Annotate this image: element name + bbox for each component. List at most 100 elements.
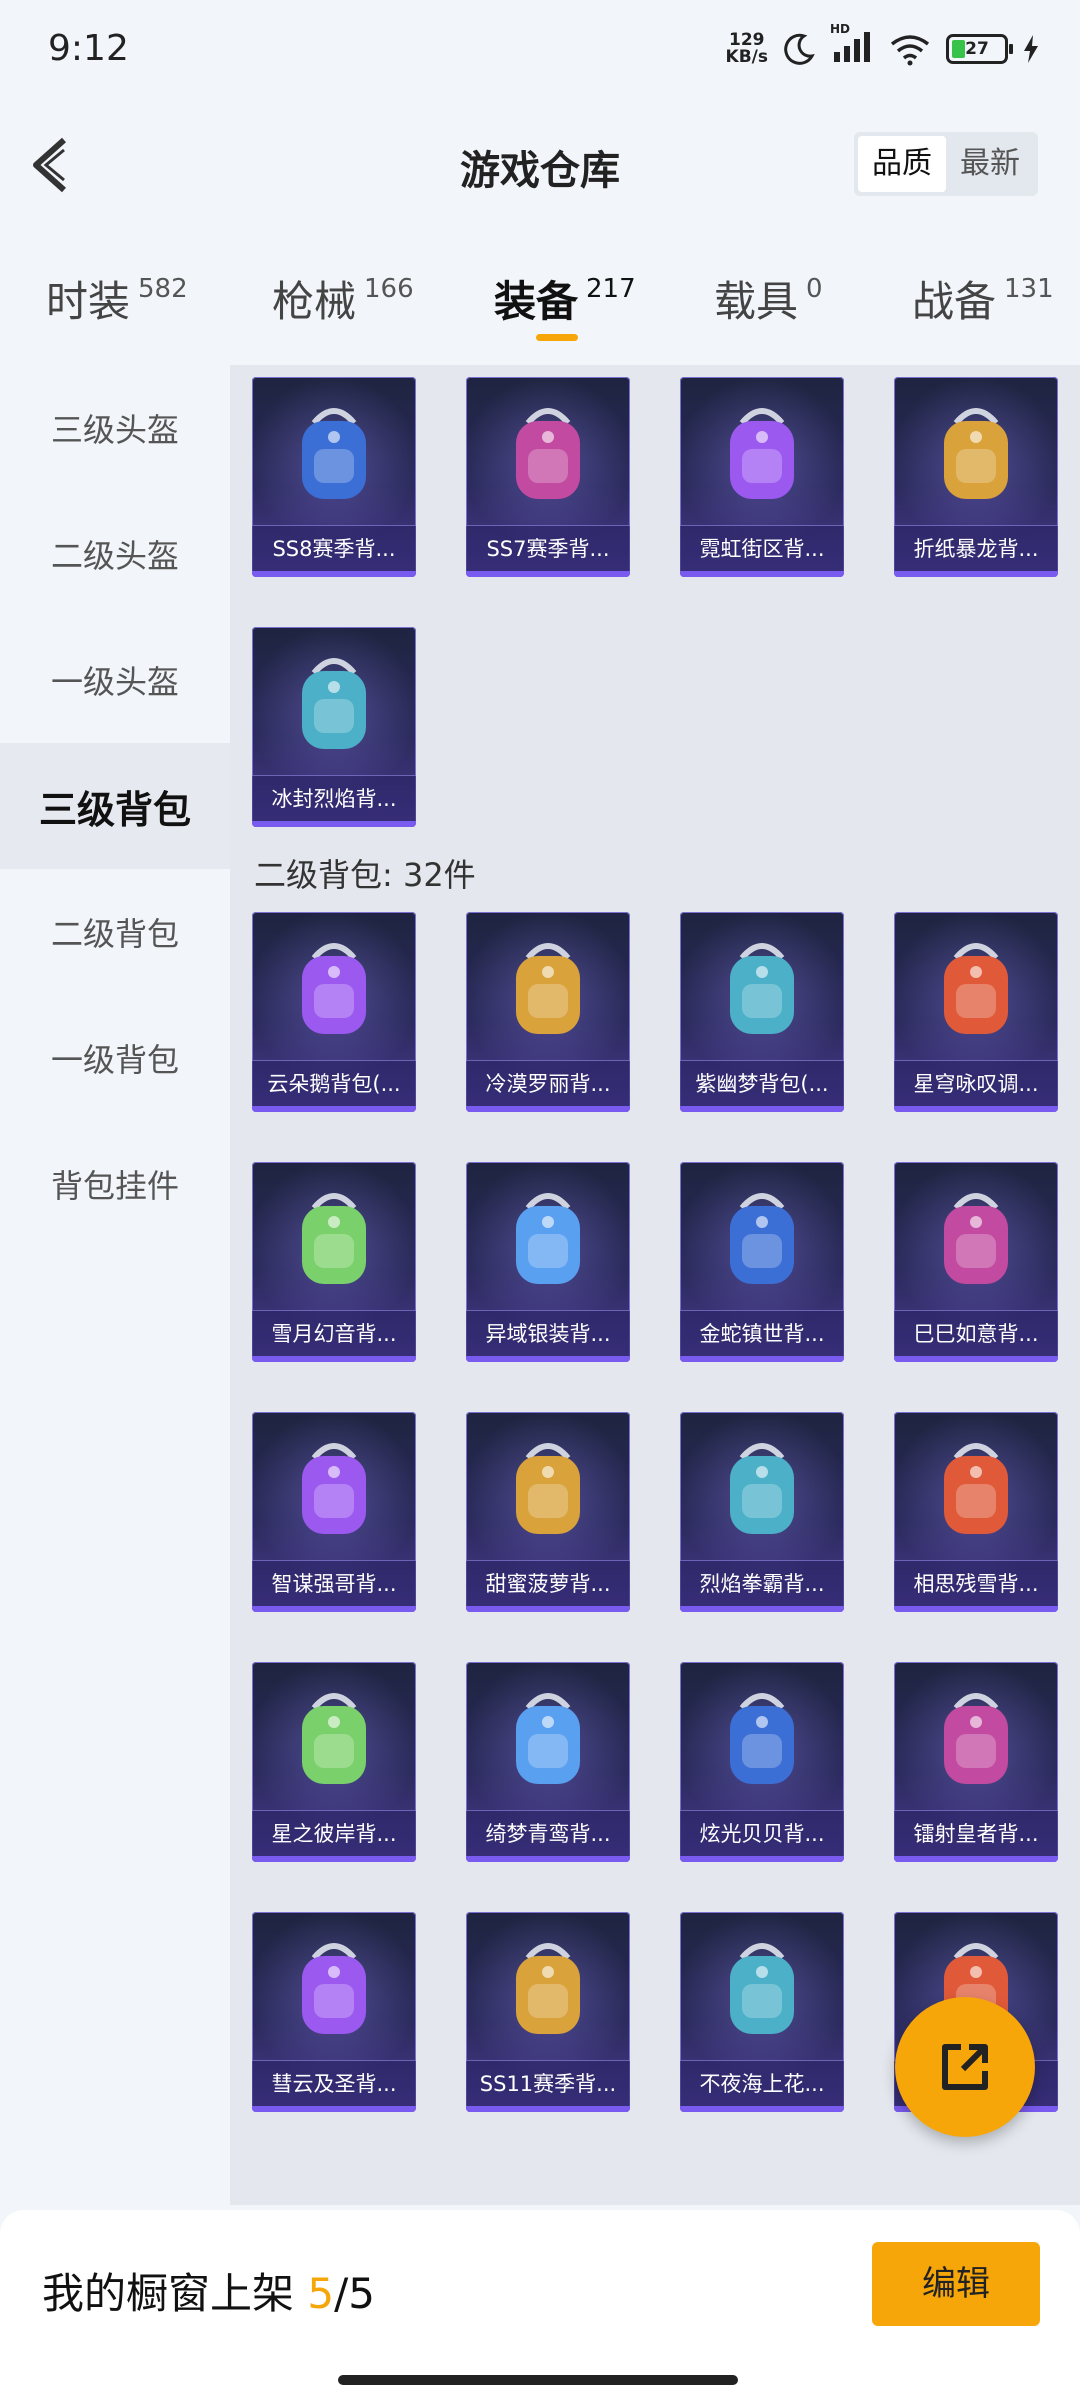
showcase-label: 我的橱窗上架 bbox=[42, 2269, 308, 2318]
item-card-label: 智谋强哥背... bbox=[252, 1560, 416, 1606]
item-card[interactable]: 彗云及圣背... bbox=[252, 1912, 416, 2112]
backpack-icon bbox=[302, 1193, 366, 1284]
item-card[interactable]: 相思残雪背... bbox=[894, 1412, 1058, 1612]
sidebar: 三级头盔 二级头盔 一级头盔 三级背包 二级背包 一级背包 背包挂件 bbox=[0, 365, 230, 2205]
backpack-icon bbox=[730, 408, 794, 499]
moon-icon bbox=[784, 33, 815, 65]
item-card[interactable]: 金蛇镇世背... bbox=[680, 1162, 844, 1362]
level2-backpack-grid: 云朵鹅背包(... 冷漠罗丽背... 紫幽梦背包(... 星穹咏叹调... 雪月幻音背.… bbox=[252, 912, 1060, 2112]
backpack-icon bbox=[302, 408, 366, 499]
backpack-icon bbox=[516, 408, 580, 499]
tab-fashion[interactable]: 时装 582 bbox=[46, 268, 188, 329]
share-button[interactable] bbox=[895, 1997, 1035, 2137]
item-card-label: 霓虹街区背... bbox=[680, 525, 844, 571]
item-card[interactable]: 巳巳如意背... bbox=[894, 1162, 1058, 1362]
item-card[interactable]: 冰封烈焰背... bbox=[252, 627, 416, 827]
status-bar: 9:12 129 KB/s HD 27 bbox=[0, 0, 1080, 100]
item-card[interactable]: SS7赛季背... bbox=[466, 377, 630, 577]
sort-option-quality[interactable]: 品质 bbox=[858, 136, 946, 192]
item-card[interactable]: 云朵鹅背包(... bbox=[252, 912, 416, 1112]
battery-fill bbox=[952, 40, 966, 58]
backpack-icon bbox=[730, 1693, 794, 1784]
backpack-icon bbox=[730, 1193, 794, 1284]
sidebar-item-level1-helmet[interactable]: 一级头盔 bbox=[0, 617, 230, 743]
item-card-label: 相思残雪背... bbox=[894, 1560, 1058, 1606]
item-card[interactable]: 星穹咏叹调... bbox=[894, 912, 1058, 1112]
item-card[interactable]: 霓虹街区背... bbox=[680, 377, 844, 577]
showcase-current: 5 bbox=[307, 2269, 335, 2318]
item-card[interactable]: 镭射皇者背... bbox=[894, 1662, 1058, 1862]
item-card[interactable]: 冷漠罗丽背... bbox=[466, 912, 630, 1112]
tab-label: 时装 bbox=[46, 277, 131, 326]
backpack-icon bbox=[730, 943, 794, 1034]
tab-label: 战备 bbox=[912, 277, 997, 326]
sidebar-item-level2-backpack[interactable]: 二级背包 bbox=[0, 869, 230, 995]
wifi-icon bbox=[890, 35, 930, 66]
sidebar-item-level3-helmet[interactable]: 三级头盔 bbox=[0, 365, 230, 491]
backpack-icon bbox=[302, 1443, 366, 1534]
tab-label: 载具 bbox=[714, 277, 799, 326]
backpack-icon bbox=[944, 1443, 1008, 1534]
backpack-icon bbox=[302, 658, 366, 749]
item-card[interactable]: SS11赛季背... bbox=[466, 1912, 630, 2112]
home-indicator[interactable] bbox=[338, 2375, 738, 2385]
item-card[interactable]: 折纸暴龙背... bbox=[894, 377, 1058, 577]
sidebar-item-level3-backpack[interactable]: 三级背包 bbox=[0, 743, 230, 869]
backpack-icon bbox=[516, 1193, 580, 1284]
item-card-label: 绮梦青鸾背... bbox=[466, 1810, 630, 1856]
item-card-label: 镭射皇者背... bbox=[894, 1810, 1058, 1856]
battery-level: 27 bbox=[965, 39, 989, 59]
signal-group: HD bbox=[830, 22, 874, 68]
item-card-label: 烈焰拳霸背... bbox=[680, 1560, 844, 1606]
backpack-icon bbox=[944, 408, 1008, 499]
status-time: 9:12 bbox=[48, 28, 129, 69]
tab-label: 装备 bbox=[494, 277, 579, 326]
tab-count: 217 bbox=[586, 274, 636, 304]
item-card-label: 炫光贝贝背... bbox=[680, 1810, 844, 1856]
item-card[interactable]: 绮梦青鸾背... bbox=[466, 1662, 630, 1862]
sidebar-item-backpack-charm[interactable]: 背包挂件 bbox=[0, 1121, 230, 1247]
tab-guns[interactable]: 枪械 166 bbox=[272, 268, 414, 329]
item-card-label: 金蛇镇世背... bbox=[680, 1310, 844, 1356]
item-card[interactable]: 烈焰拳霸背... bbox=[680, 1412, 844, 1612]
item-grid-area: SS8赛季背... SS7赛季背... 霓虹街区背... 折纸暴龙背... 冰封烈焰背.… bbox=[230, 365, 1080, 2205]
item-card[interactable]: 智谋强哥背... bbox=[252, 1412, 416, 1612]
item-card[interactable]: 不夜海上花... bbox=[680, 1912, 844, 2112]
item-card[interactable]: 紫幽梦背包(... bbox=[680, 912, 844, 1112]
item-card-label: SS8赛季背... bbox=[252, 525, 416, 571]
item-card[interactable]: 甜蜜菠萝背... bbox=[466, 1412, 630, 1612]
hd-label: HD bbox=[830, 22, 851, 36]
sidebar-item-level1-backpack[interactable]: 一级背包 bbox=[0, 995, 230, 1121]
item-card[interactable]: 炫光贝贝背... bbox=[680, 1662, 844, 1862]
edit-button[interactable]: 编辑 bbox=[872, 2242, 1040, 2326]
item-card[interactable]: SS8赛季背... bbox=[252, 377, 416, 577]
tab-count: 582 bbox=[138, 274, 188, 304]
backpack-icon bbox=[944, 1193, 1008, 1284]
sort-toggle: 品质 最新 bbox=[854, 132, 1038, 196]
tab-supplies[interactable]: 战备 131 bbox=[912, 268, 1054, 329]
backpack-icon bbox=[516, 943, 580, 1034]
tab-count: 131 bbox=[1004, 274, 1054, 304]
showcase-status: 我的橱窗上架 5/5 bbox=[42, 2260, 375, 2321]
sort-option-latest[interactable]: 最新 bbox=[946, 136, 1034, 192]
battery-icon: 27 bbox=[946, 34, 1013, 64]
backpack-icon bbox=[302, 943, 366, 1034]
item-card[interactable]: 星之彼岸背... bbox=[252, 1662, 416, 1862]
item-card-label: 冷漠罗丽背... bbox=[466, 1060, 630, 1106]
item-card-label: SS7赛季背... bbox=[466, 525, 630, 571]
level3-backpack-grid: SS8赛季背... SS7赛季背... 霓虹街区背... 折纸暴龙背... 冰封烈焰背.… bbox=[252, 377, 1060, 827]
item-card-label: 巳巳如意背... bbox=[894, 1310, 1058, 1356]
backpack-icon bbox=[944, 1693, 1008, 1784]
item-card[interactable]: 异域银装背... bbox=[466, 1162, 630, 1362]
status-icons: 129 KB/s HD 27 bbox=[726, 22, 1040, 68]
sidebar-item-level2-helmet[interactable]: 二级头盔 bbox=[0, 491, 230, 617]
item-card[interactable]: 雪月幻音背... bbox=[252, 1162, 416, 1362]
header: 游戏仓库 品质 最新 bbox=[0, 100, 1080, 230]
tab-count: 0 bbox=[806, 274, 823, 304]
tab-vehicles[interactable]: 载具 0 bbox=[714, 268, 823, 329]
item-card-label: 雪月幻音背... bbox=[252, 1310, 416, 1356]
tab-label: 枪械 bbox=[272, 277, 357, 326]
showcase-separator: / bbox=[334, 2269, 349, 2318]
backpack-icon bbox=[302, 1943, 366, 2034]
tab-equipment[interactable]: 装备 217 bbox=[494, 268, 636, 329]
